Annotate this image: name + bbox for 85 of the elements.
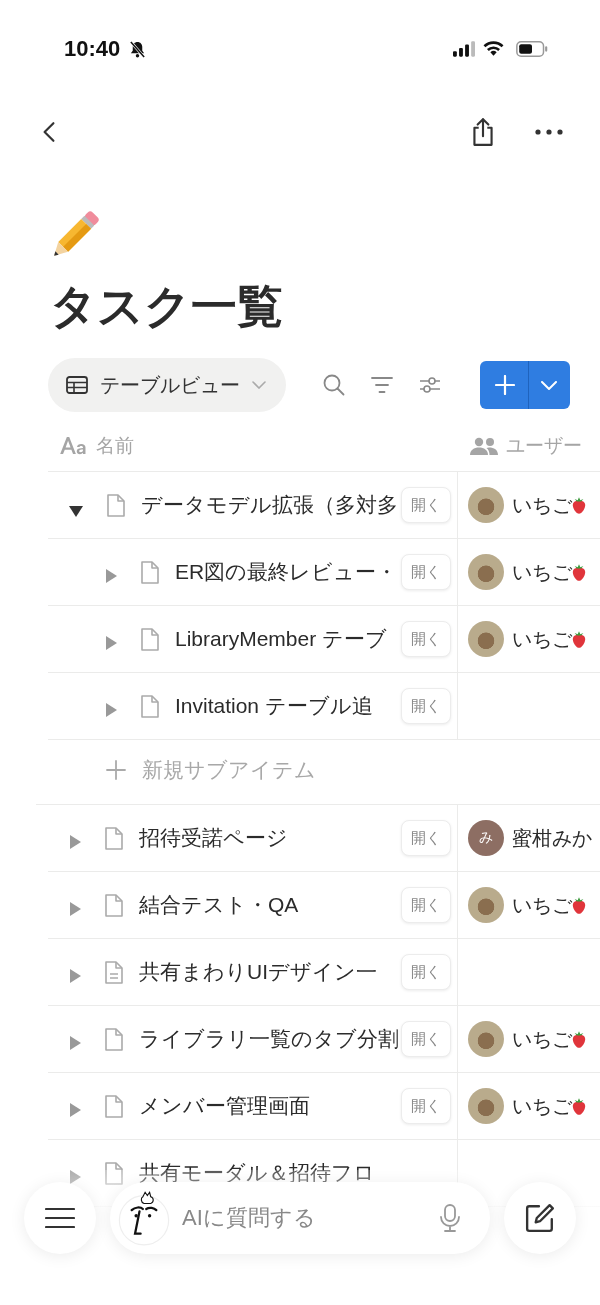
- avatar-photo-placeholder: [468, 487, 504, 523]
- wifi-icon: [483, 41, 504, 57]
- expand-triangle-icon[interactable]: [104, 569, 118, 583]
- expand-triangle-icon[interactable]: [68, 1103, 82, 1117]
- page-icon: [104, 960, 124, 984]
- plus-icon: [106, 760, 126, 780]
- user-name: いちご: [512, 892, 572, 918]
- people-icon: [470, 436, 498, 455]
- open-button[interactable]: 開く: [401, 1021, 451, 1057]
- plus-icon: [495, 375, 515, 395]
- view-selector[interactable]: テーブルビュー: [48, 358, 286, 412]
- avatar-photo-placeholder: [468, 554, 504, 590]
- strawberry-icon: [572, 630, 586, 648]
- expand-triangle-icon[interactable]: [68, 969, 82, 983]
- face-drawing: [116, 1190, 172, 1246]
- muted-bell-icon: [128, 39, 148, 59]
- avatar-photo-placeholder: [468, 1021, 504, 1057]
- avatar: み: [468, 820, 504, 856]
- open-button[interactable]: 開く: [401, 554, 451, 590]
- row-title: データモデル拡張（多対多: [141, 492, 398, 518]
- expand-triangle-icon[interactable]: [104, 636, 118, 650]
- row-title: 結合テスト・QA: [139, 892, 299, 918]
- user-name: いちご: [512, 1026, 572, 1052]
- page-icon: [104, 826, 124, 850]
- collapse-triangle-icon[interactable]: [68, 504, 84, 518]
- row-title: LibraryMember テーブ: [175, 626, 388, 652]
- microphone-icon: [440, 1204, 460, 1232]
- expand-triangle-icon[interactable]: [104, 703, 118, 717]
- table-icon: [66, 376, 88, 394]
- open-button[interactable]: 開く: [401, 954, 451, 990]
- user-name: いちご: [512, 559, 572, 585]
- page-title: タスク一覧: [50, 279, 284, 334]
- share-icon[interactable]: [470, 117, 496, 147]
- more-icon[interactable]: [534, 129, 564, 135]
- chevron-down-icon: [252, 381, 266, 389]
- avatar-photo-placeholder: [468, 621, 504, 657]
- page-icon: [140, 560, 160, 584]
- signal-icon: [453, 41, 475, 57]
- open-button[interactable]: 開く: [401, 1088, 451, 1124]
- row-title: メンバー管理画面: [139, 1093, 310, 1119]
- row-title: 共有まわりUIデザイン一: [139, 959, 377, 985]
- page-icon: [104, 1161, 124, 1185]
- row-title: 招待受諾ページ: [139, 825, 288, 851]
- search-icon[interactable]: [322, 373, 346, 397]
- open-button[interactable]: 開く: [401, 887, 451, 923]
- page-icon: [140, 694, 160, 718]
- row-title: ライブラリ一覧のタブ分割: [139, 1026, 399, 1052]
- page-icon: [104, 1027, 124, 1051]
- back-icon[interactable]: [42, 121, 56, 143]
- battery-icon: [516, 41, 548, 57]
- strawberry-icon: [572, 1097, 586, 1115]
- open-button[interactable]: 開く: [401, 820, 451, 856]
- open-button[interactable]: 開く: [401, 688, 451, 724]
- menu-icon: [45, 1207, 75, 1229]
- strawberry-icon: [572, 496, 586, 514]
- strawberry-icon: [572, 1030, 586, 1048]
- strawberry-icon: [572, 896, 586, 914]
- expand-triangle-icon[interactable]: [68, 902, 82, 916]
- row-title: ER図の最終レビュー・: [175, 559, 398, 585]
- expand-triangle-icon[interactable]: [68, 835, 82, 849]
- row-title: Invitation テーブル追: [175, 693, 373, 719]
- expand-triangle-icon[interactable]: [68, 1036, 82, 1050]
- avatar-photo-placeholder: [468, 1088, 504, 1124]
- user-name: いちご: [512, 626, 572, 652]
- open-button[interactable]: 開く: [401, 621, 451, 657]
- new-subitem-button[interactable]: 新規サブアイテム: [106, 756, 316, 784]
- column-header: ユーザー: [506, 433, 582, 458]
- new-button[interactable]: [480, 361, 570, 409]
- column-header: 名前: [96, 433, 134, 458]
- user-name: 蜜柑みか: [512, 825, 592, 851]
- open-button[interactable]: 開く: [401, 487, 451, 523]
- page-icon: [104, 1094, 124, 1118]
- status-time: 10:40: [64, 36, 121, 62]
- expand-triangle-icon[interactable]: [68, 1170, 82, 1184]
- user-name: いちご: [512, 492, 572, 518]
- user-name: いちご: [512, 1093, 572, 1119]
- page-icon: [104, 893, 124, 917]
- avatar-photo-placeholder: [468, 887, 504, 923]
- strawberry-icon: [572, 563, 586, 581]
- edit-icon: [525, 1203, 555, 1233]
- text-type-icon: [59, 436, 88, 455]
- chevron-down-icon: [541, 380, 557, 390]
- page-icon: [140, 627, 160, 651]
- page-icon: [106, 493, 126, 517]
- ai-input-field[interactable]: AIに質問する: [110, 1182, 490, 1254]
